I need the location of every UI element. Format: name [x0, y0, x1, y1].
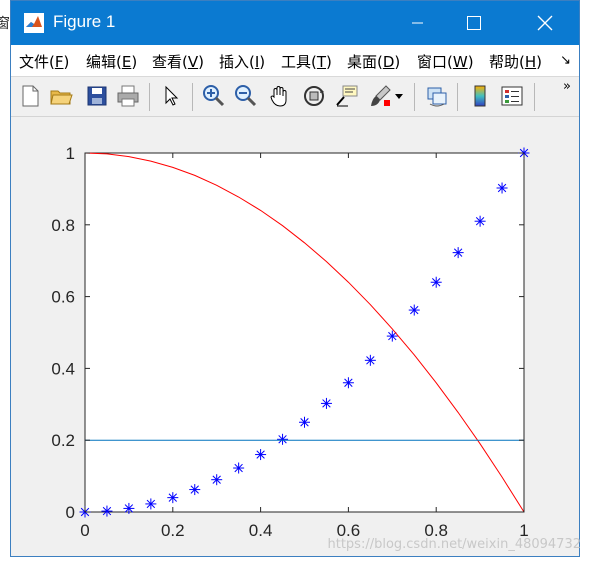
colorbar-icon[interactable]: [467, 83, 493, 109]
x-tick-label: 0.4: [249, 521, 273, 540]
y-tick-label: 0.2: [51, 431, 75, 450]
plot-axes[interactable]: 0 0.2 0.4 0.6 0.8 100.20.40.60.81: [11, 117, 579, 556]
toolbar-separator: [457, 83, 458, 111]
pointer-icon[interactable]: [158, 83, 184, 109]
menu-tools[interactable]: 工具(T): [281, 51, 332, 72]
print-icon[interactable]: [115, 83, 141, 109]
star-marker: [123, 502, 135, 514]
figure-canvas: 0 0.2 0.4 0.6 0.8 1 0 0.2 0.4 0.6 0.8 1 https://blo…: [11, 117, 581, 556]
rotate-3d-icon[interactable]: [301, 83, 327, 109]
window-title: Figure 1: [53, 12, 116, 31]
axes-group: [84, 152, 525, 513]
legend-icon[interactable]: [499, 83, 525, 109]
maximize-button[interactable]: [451, 1, 497, 45]
toolbar-separator: [192, 83, 193, 111]
star-marker: [101, 505, 113, 517]
toolbar-separator: [414, 83, 415, 111]
zoom-in-icon[interactable]: [201, 83, 227, 109]
menu-view[interactable]: 查看(V): [152, 51, 204, 72]
toolbar: »: [11, 77, 579, 117]
title-bar[interactable]: Figure 1: [11, 1, 579, 45]
axes-background: [84, 152, 525, 513]
toolbar-separator: [149, 83, 150, 111]
menu-help[interactable]: 帮助(H): [489, 51, 542, 72]
zoom-out-icon[interactable]: [233, 83, 259, 109]
data-cursor-icon[interactable]: [334, 83, 360, 109]
star-marker: [299, 416, 310, 428]
y-tick-label: 0.8: [51, 216, 75, 235]
link-plot-icon[interactable]: [424, 83, 450, 109]
x-tick-label: 0: [80, 521, 89, 540]
background-window-strip: 窗: [0, 0, 10, 570]
minimize-icon: [412, 22, 423, 24]
save-icon[interactable]: [84, 83, 110, 109]
close-button[interactable]: [522, 1, 568, 45]
figure-window: Figure 1 文件(F) 编辑(E) 查看(V) 插入(I) 工具(T) 桌…: [10, 0, 581, 557]
toolbar-separator: [534, 83, 535, 111]
menu-desktop[interactable]: 桌面(D): [347, 51, 400, 72]
x-tick-label: 0.2: [161, 521, 185, 540]
pan-hand-icon[interactable]: [267, 83, 293, 109]
menu-insert[interactable]: 插入(I): [219, 51, 265, 72]
toolbar-overflow-icon[interactable]: »: [563, 79, 571, 94]
menu-overflow-icon[interactable]: ↘: [560, 53, 571, 68]
menu-bar: 文件(F) 编辑(E) 查看(V) 插入(I) 工具(T) 桌面(D) 窗口(W…: [11, 45, 579, 77]
background-window-text: 窗: [0, 16, 10, 32]
new-figure-icon[interactable]: [17, 83, 43, 109]
menu-edit[interactable]: 编辑(E): [86, 51, 137, 72]
close-icon: [537, 15, 553, 31]
star-marker: [408, 304, 420, 316]
y-tick-label: 0.4: [51, 359, 75, 378]
y-tick-label: 0: [66, 503, 75, 522]
watermark-text: https://blog.csdn.net/weixin_48094732: [327, 537, 581, 552]
brush-dropdown-icon[interactable]: [395, 92, 403, 100]
maximize-icon: [467, 16, 481, 30]
y-tick-label: 1: [66, 144, 75, 163]
brush-icon[interactable]: [368, 83, 394, 109]
menu-window[interactable]: 窗口(W): [417, 51, 474, 72]
matlab-logo-icon: [24, 13, 44, 33]
minimize-button[interactable]: [395, 1, 441, 45]
star-marker: [189, 484, 201, 496]
y-tick-label: 0.6: [51, 288, 75, 307]
open-file-icon[interactable]: [48, 83, 74, 109]
menu-file[interactable]: 文件(F): [19, 51, 69, 72]
